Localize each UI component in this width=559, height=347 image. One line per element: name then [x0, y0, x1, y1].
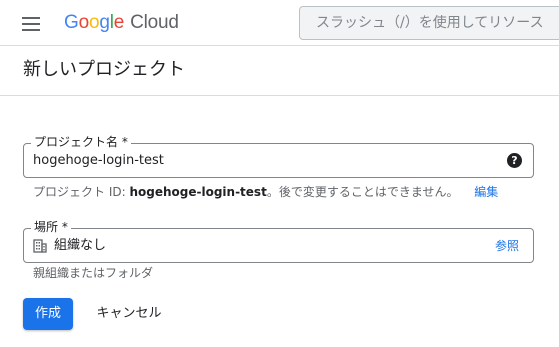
page-title: 新しいプロジェクト: [23, 59, 185, 80]
help-icon[interactable]: ?: [507, 153, 522, 168]
location-hint: 親組織またはフォルダ: [33, 266, 154, 280]
top-bar: Google Cloud スラッシュ（/）を使用してリソース: [0, 0, 559, 46]
project-name-field[interactable]: プロジェクト名 * hogehoge-login-test ?: [23, 135, 534, 178]
google-cloud-logo[interactable]: Google Cloud: [64, 11, 179, 35]
location-label: 場所 *: [31, 220, 71, 234]
hamburger-menu-icon[interactable]: [20, 14, 44, 34]
search-input[interactable]: スラッシュ（/）を使用してリソース: [299, 6, 559, 40]
edit-project-id-link[interactable]: 編集: [474, 185, 498, 199]
location-field[interactable]: 場所 * 組織なし 参照: [23, 220, 534, 263]
browse-button[interactable]: 参照: [495, 238, 519, 254]
create-button[interactable]: 作成: [23, 298, 73, 330]
location-value: 組織なし: [54, 238, 107, 253]
building-icon: [33, 239, 47, 253]
project-name-value: hogehoge-login-test: [33, 153, 164, 168]
project-id-value: hogehoge-login-test: [129, 185, 267, 199]
project-name-label: プロジェクト名 *: [31, 135, 131, 149]
divider: [0, 95, 559, 96]
project-id-hint: プロジェクト ID: hogehoge-login-test。後で変更することは…: [33, 185, 499, 199]
cancel-button[interactable]: キャンセル: [88, 298, 170, 330]
